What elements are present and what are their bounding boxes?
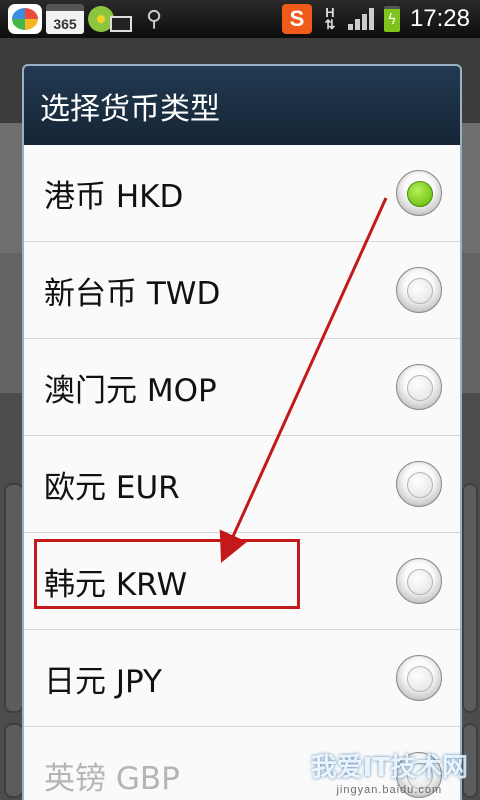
usb-icon[interactable]: ⚲ [146, 7, 162, 32]
radio-button[interactable] [396, 655, 442, 701]
currency-option-label: 英镑 GBP [44, 760, 180, 797]
background-key [4, 483, 24, 713]
notification-icons: 365 ⚲ [0, 4, 162, 34]
hspa-data-icon: H ⇅ [324, 5, 336, 32]
currency-option[interactable]: 港币 HKD [24, 145, 460, 242]
calendar-365-icon[interactable]: 365 [46, 4, 84, 34]
radio-button[interactable] [396, 364, 442, 410]
clock: 17:28 [409, 5, 470, 32]
network-type-label: H [325, 5, 335, 20]
status-bar: 365 ⚲ S H ⇅ ϟ 17:28 [0, 0, 480, 38]
currency-option-label: 欧元 EUR [44, 469, 180, 506]
currency-option-label: 港币 HKD [44, 178, 184, 215]
radio-button[interactable] [396, 752, 442, 798]
currency-option-label: 日元 JPY [44, 663, 162, 700]
radio-button[interactable] [396, 267, 442, 313]
currency-option[interactable]: 韩元 KRW [24, 533, 460, 630]
currency-picker-dialog: 选择货币类型 港币 HKD 新台币 TWD 澳门元 MOP 欧元 EUR 韩元 KRW 日… [22, 64, 462, 800]
sogou-input-icon: S [281, 4, 312, 34]
currency-option[interactable]: 新台币 TWD [24, 242, 460, 339]
radio-button[interactable] [396, 461, 442, 507]
radio-button-checked[interactable] [396, 170, 442, 216]
currency-option[interactable]: 英镑 GBP [24, 727, 460, 800]
dialog-title: 选择货币类型 [24, 66, 460, 145]
background-key [462, 483, 478, 713]
currency-option-label: 澳门元 MOP [44, 372, 217, 409]
signal-icon [347, 8, 374, 30]
system-icons: S H ⇅ ϟ 17:28 [281, 0, 470, 38]
mail-icon[interactable] [110, 16, 132, 32]
battery-charging-icon: ϟ [383, 6, 400, 32]
background-key [462, 723, 478, 798]
app-market-icon[interactable] [8, 4, 42, 34]
currency-option[interactable]: 日元 JPY [24, 630, 460, 727]
currency-option[interactable]: 澳门元 MOP [24, 339, 460, 436]
background-key [4, 723, 24, 798]
radio-button[interactable] [396, 558, 442, 604]
currency-option-label: 韩元 KRW [44, 566, 188, 603]
currency-option-label: 新台币 TWD [44, 275, 221, 312]
currency-option-list: 港币 HKD 新台币 TWD 澳门元 MOP 欧元 EUR 韩元 KRW 日元 JPY 英镑… [24, 145, 460, 800]
currency-option[interactable]: 欧元 EUR [24, 436, 460, 533]
